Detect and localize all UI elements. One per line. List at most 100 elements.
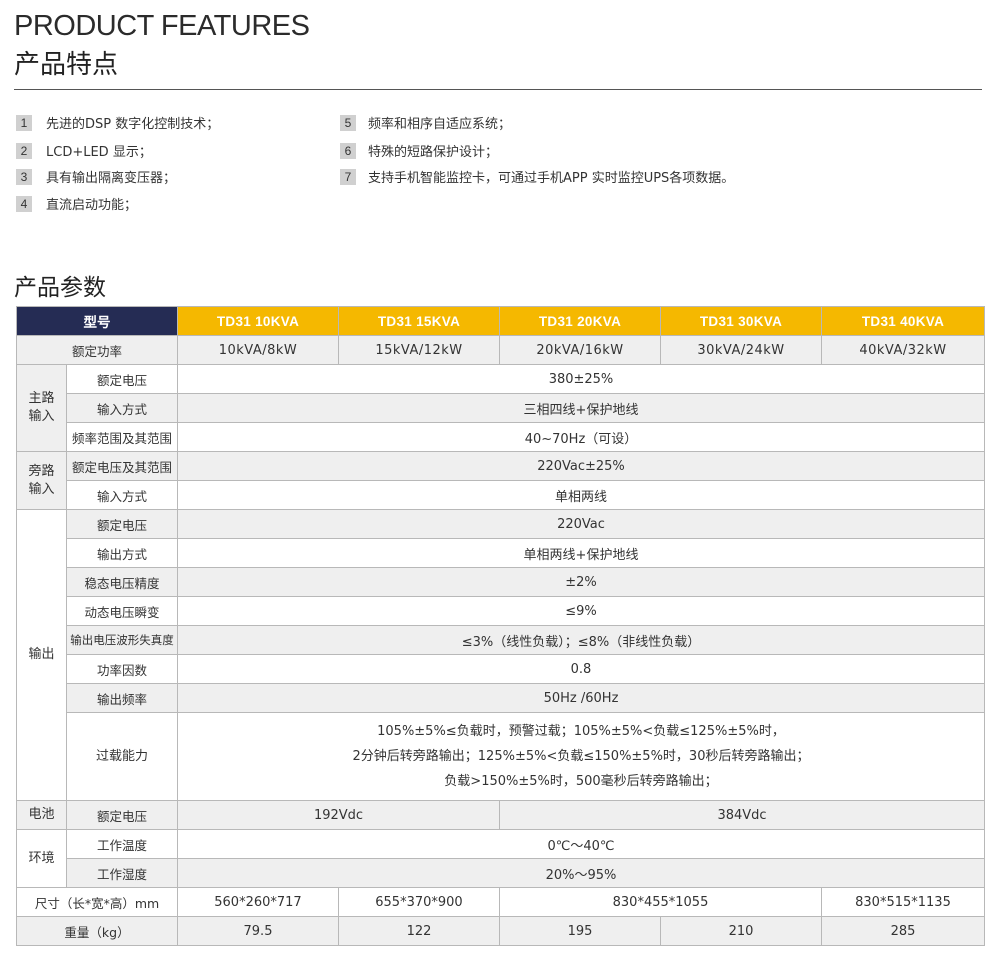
- row-label: 额定电压: [66, 364, 178, 394]
- table-cell: 192Vdc: [177, 800, 500, 830]
- table-cell: 三相四线+保护地线: [177, 393, 985, 423]
- model-cell: TD31 10KVA: [177, 306, 339, 336]
- table-cell: 384Vdc: [499, 800, 985, 830]
- table-cell: ≤9%: [177, 596, 985, 626]
- table-cell: 220Vac±25%: [177, 451, 985, 481]
- table-cell: 40~70Hz（可设）: [177, 422, 985, 452]
- feature-number-badge: 2: [16, 142, 32, 159]
- table-cell: 40kVA/32kW: [821, 335, 985, 365]
- table-cell: 20%～95%: [177, 858, 985, 888]
- row-label: 输入方式: [66, 480, 178, 510]
- table-row: 环境 工作温度 0℃～40℃: [16, 829, 985, 888]
- divider: [14, 89, 982, 90]
- table-row: 主路输入 额定电压 380±25%: [16, 364, 985, 452]
- table-cell: 560*260*717: [177, 887, 339, 917]
- table-cell: 0.8: [177, 654, 985, 684]
- table-row: 输出电压波形失真度 ≤3%（线性负载）；≤8%（非线性负载）: [17, 625, 985, 655]
- feature-text: 支持手机智能监控卡，可通过手机APP 实时监控UPS各项数据。: [368, 171, 735, 186]
- table-row: 输出 额定电压 220Vac: [16, 509, 985, 801]
- table-row-weight: 重量（kg） 79.5 122 195 210 285: [16, 916, 985, 946]
- row-label: 动态电压瞬变: [66, 596, 178, 626]
- model-cell: TD31 30KVA: [660, 306, 822, 336]
- table-cell: 10kVA/8kW: [177, 335, 339, 365]
- table-cell: 79.5: [177, 916, 339, 946]
- feature-item: 1 先进的DSP 数字化控制技术；: [16, 113, 219, 132]
- table-cell: 285: [821, 916, 985, 946]
- group-label-output: 输出: [16, 509, 67, 801]
- table-row-rated-power: 额定功率 10kVA/8kW 15kVA/12kW 20kVA/16kW 30k…: [16, 335, 985, 365]
- overload-line: 负载>150%±5%时，500毫秒后转旁路输出；: [444, 774, 718, 789]
- table-row: 旁路输入 额定电压及其范围 220Vac±25%: [16, 451, 985, 510]
- feature-text: 特殊的短路保护设计；: [368, 145, 499, 160]
- group-label-environment: 环境: [16, 829, 67, 888]
- row-label: 输入方式: [66, 393, 178, 423]
- row-label: 重量（kg）: [16, 916, 178, 946]
- table-cell: 830*455*1055: [499, 887, 822, 917]
- table-row-model: 型号 TD31 10KVA TD31 15KVA TD31 20KVA TD31…: [16, 306, 985, 336]
- table-row-dimensions: 尺寸（长*宽*高）mm 560*260*717 655*370*900 830*…: [16, 887, 985, 917]
- group-label-bypass-input: 旁路输入: [16, 451, 67, 510]
- feature-number-badge: 6: [340, 142, 356, 159]
- row-label: 工作湿度: [66, 858, 178, 888]
- model-cell: TD31 40KVA: [821, 306, 985, 336]
- row-label: 输出电压波形失真度: [66, 625, 178, 655]
- row-label: 过载能力: [66, 712, 178, 801]
- table-row: 输出频率 50Hz /60Hz: [17, 683, 985, 713]
- row-label: 输出方式: [66, 538, 178, 568]
- overload-line: 2分钟后转旁路输出；125%±5%<负载≤150%±5%时，30秒后转旁路输出；: [352, 749, 810, 764]
- feature-text: 具有输出隔离变压器；: [46, 171, 177, 186]
- table-cell: 单相两线: [177, 480, 985, 510]
- table-cell: 0℃～40℃: [177, 829, 985, 859]
- overload-cell: 105%±5%≤负载时，预警过载；105%±5%<负载≤125%±5%时， 2分…: [177, 712, 985, 801]
- feature-item: 6 特殊的短路保护设计；: [340, 141, 498, 160]
- table-cell: 380±25%: [177, 364, 985, 394]
- table-row: 工作湿度 20%～95%: [17, 858, 985, 888]
- feature-item: 7 支持手机智能监控卡，可通过手机APP 实时监控UPS各项数据。: [340, 167, 734, 186]
- feature-number-badge: 5: [340, 114, 356, 131]
- table-cell: 830*515*1135: [821, 887, 985, 917]
- table-cell: 195: [499, 916, 661, 946]
- row-label: 工作温度: [66, 829, 178, 859]
- section-title-params: 产品参数: [14, 275, 106, 301]
- feature-number-badge: 7: [340, 168, 356, 185]
- table-row: 稳态电压精度 ±2%: [17, 567, 985, 597]
- row-label: 功率因数: [66, 654, 178, 684]
- group-label-text: 旁路输入: [28, 463, 55, 497]
- row-label: 额定电压: [66, 509, 178, 539]
- feature-item: 3 具有输出隔离变压器；: [16, 167, 176, 186]
- feature-item: 2 LCD+LED 显示；: [16, 141, 152, 160]
- model-header-cell: 型号: [16, 306, 178, 336]
- row-label: 稳态电压精度: [66, 567, 178, 597]
- table-cell: 20kVA/16kW: [499, 335, 661, 365]
- group-label-main-input: 主路输入: [16, 364, 67, 452]
- group-label-battery: 电池: [16, 800, 67, 830]
- feature-text: LCD+LED 显示；: [46, 145, 152, 160]
- table-row: 动态电压瞬变 ≤9%: [17, 596, 985, 626]
- page-title-en: PRODUCT FEATURES: [14, 10, 310, 42]
- table-row-battery: 电池 额定电压 192Vdc 384Vdc: [16, 800, 985, 830]
- overload-line: 105%±5%≤负载时，预警过载；105%±5%<负载≤125%±5%时，: [377, 724, 785, 739]
- table-row-overload: 过载能力 105%±5%≤负载时，预警过载；105%±5%<负载≤125%±5%…: [17, 712, 985, 801]
- page-title-cn: 产品特点: [14, 50, 119, 80]
- table-row: 输入方式 三相四线+保护地线: [17, 393, 985, 423]
- table-cell: 122: [338, 916, 500, 946]
- feature-text: 先进的DSP 数字化控制技术；: [46, 117, 220, 132]
- table-cell: ±2%: [177, 567, 985, 597]
- spec-table: 型号 TD31 10KVA TD31 15KVA TD31 20KVA TD31…: [16, 306, 985, 946]
- feature-text: 频率和相序自适应系统；: [368, 117, 512, 132]
- feature-number-badge: 4: [16, 195, 32, 212]
- group-label-text: 主路输入: [28, 391, 55, 424]
- table-cell: 15kVA/12kW: [338, 335, 500, 365]
- row-label: 额定电压及其范围: [66, 451, 178, 481]
- row-label: 额定功率: [16, 335, 178, 365]
- row-label: 频率范围及其范围: [66, 422, 178, 452]
- table-row: 功率因数 0.8: [17, 654, 985, 684]
- table-row: 输入方式 单相两线: [17, 480, 985, 510]
- table-cell: 50Hz /60Hz: [177, 683, 985, 713]
- table-row: 频率范围及其范围 40~70Hz（可设）: [17, 422, 985, 452]
- table-cell: ≤3%（线性负载）；≤8%（非线性负载）: [177, 625, 985, 655]
- model-cell: TD31 15KVA: [338, 306, 500, 336]
- feature-text: 直流启动功能；: [46, 198, 138, 213]
- feature-number-badge: 1: [16, 114, 32, 131]
- row-label: 尺寸（长*宽*高）mm: [16, 887, 178, 917]
